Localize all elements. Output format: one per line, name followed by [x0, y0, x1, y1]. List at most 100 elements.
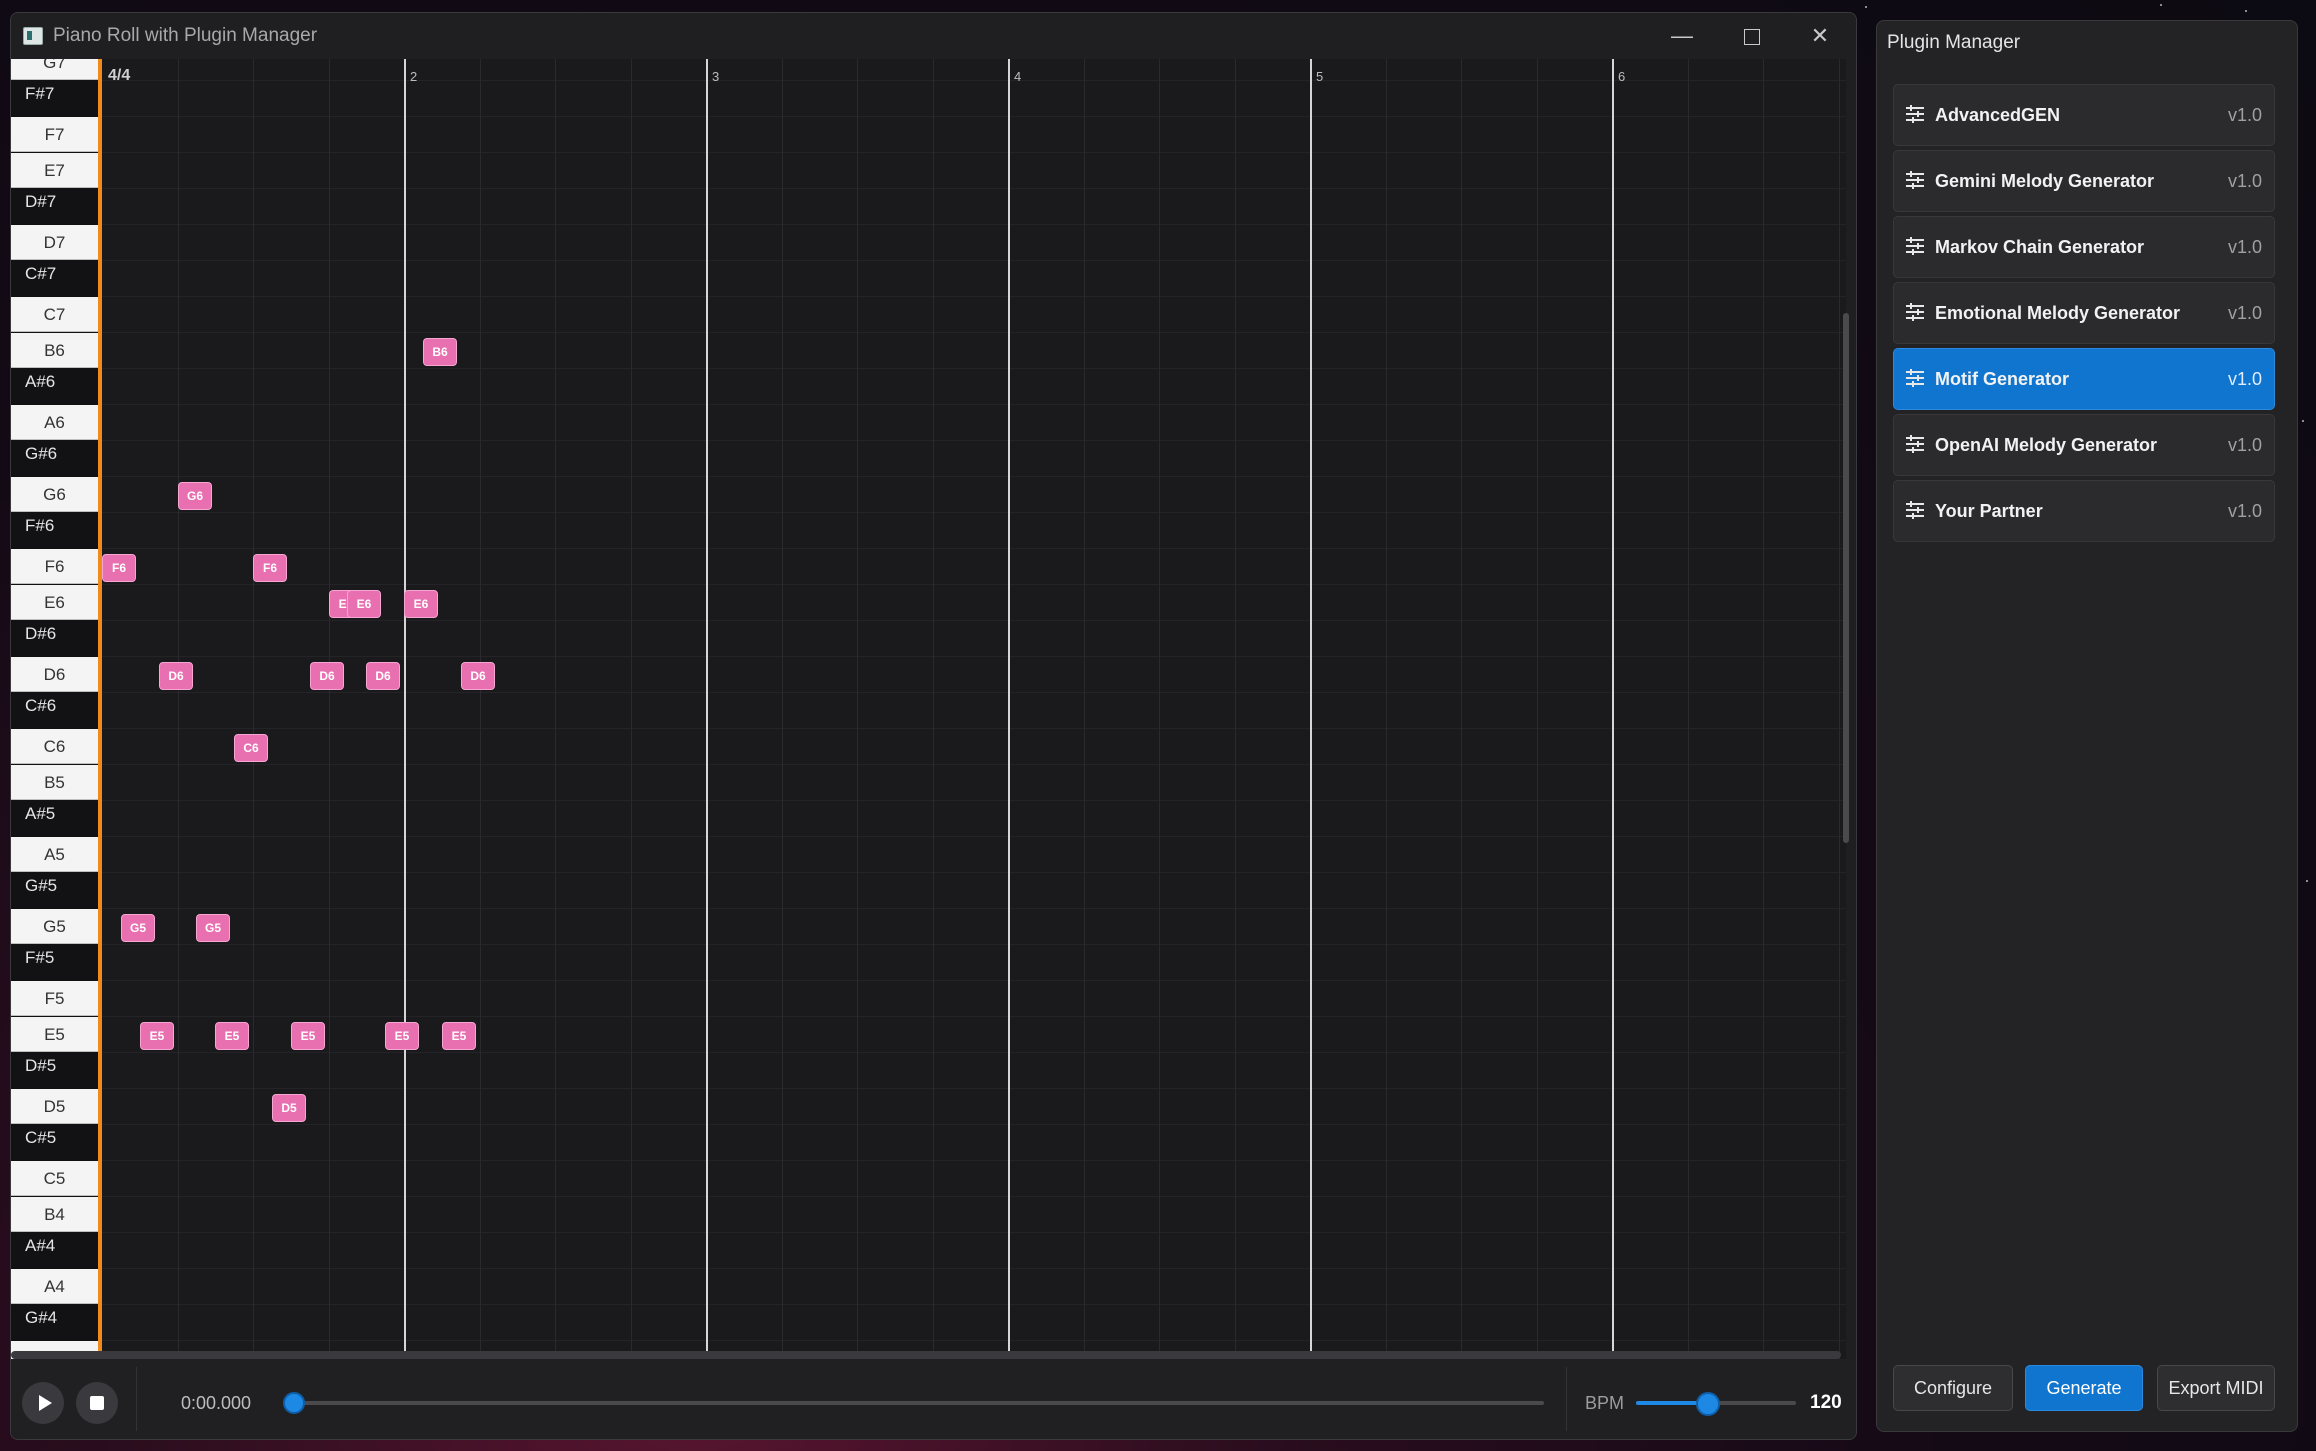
midi-note[interactable]: F6 — [253, 554, 287, 582]
white-key[interactable]: C5 — [11, 1161, 98, 1196]
white-key[interactable]: F7 — [11, 117, 98, 152]
vertical-scrollbar[interactable] — [1843, 313, 1849, 843]
bar-line — [1612, 59, 1614, 1359]
black-key[interactable]: F#7 — [11, 81, 98, 115]
white-key[interactable]: G5 — [11, 909, 98, 944]
black-key[interactable]: D#6 — [11, 621, 98, 655]
black-key[interactable]: F#6 — [11, 513, 98, 547]
piano-keyboard[interactable]: G7 F#7 F7 E7 D#7 D7 C#7 C7 B6 A#6 A6 G#6 G6 F#6 F6 E6 D#… — [11, 59, 101, 1359]
black-key[interactable]: C#5 — [11, 1125, 98, 1159]
generate-button[interactable]: Generate — [2025, 1365, 2143, 1411]
grid-row-line — [102, 764, 1846, 765]
midi-note[interactable]: E6 — [404, 590, 438, 618]
midi-note[interactable]: D5 — [272, 1094, 306, 1122]
grid-row-line — [102, 1052, 1846, 1053]
white-key[interactable]: D5 — [11, 1089, 98, 1124]
beat-line — [329, 59, 330, 1359]
white-key[interactable]: C7 — [11, 297, 98, 332]
black-key[interactable]: D#7 — [11, 189, 98, 223]
midi-note[interactable]: D6 — [159, 662, 193, 690]
time-readout: 0:00.000 — [181, 1393, 252, 1413]
beat-line — [1763, 59, 1764, 1359]
background-star — [1865, 6, 1867, 8]
position-slider-track[interactable] — [294, 1401, 1544, 1405]
black-key[interactable]: A#6 — [11, 369, 98, 403]
note-grid[interactable]: 4/4 2 3 4 5 6 F6 G5 E5 D6 G6 G5 E5 C6 F6 D5 E5 D6 E6 E6 D6 E… — [102, 59, 1846, 1359]
window-title: Piano Roll with Plugin Manager — [53, 25, 318, 46]
grid-row-line — [102, 728, 1846, 729]
black-key[interactable]: A#4 — [11, 1233, 98, 1267]
white-key[interactable]: B5 — [11, 765, 98, 800]
black-key[interactable]: G#6 — [11, 441, 98, 475]
grid-row-line — [102, 1268, 1846, 1269]
white-key[interactable]: F6 — [11, 549, 98, 584]
plugin-item[interactable]: Markov Chain Generator v1.0 — [1893, 216, 2275, 278]
midi-note[interactable]: D6 — [461, 662, 495, 690]
midi-note[interactable]: B6 — [423, 338, 457, 366]
white-key[interactable]: G7 — [11, 59, 98, 80]
black-key[interactable]: G#5 — [11, 873, 98, 907]
midi-note[interactable]: E5 — [291, 1022, 325, 1050]
grid-row-line — [102, 944, 1846, 945]
black-key[interactable]: D#5 — [11, 1053, 98, 1087]
plugin-item[interactable]: Motif Generator v1.0 — [1893, 348, 2275, 410]
midi-note[interactable]: D6 — [310, 662, 344, 690]
export-midi-button[interactable]: Export MIDI — [2157, 1365, 2275, 1411]
white-key[interactable]: E5 — [11, 1017, 98, 1052]
white-key[interactable]: B4 — [11, 1197, 98, 1232]
close-button[interactable]: ✕ — [1786, 13, 1854, 59]
configure-button[interactable]: Configure — [1893, 1365, 2013, 1411]
white-key[interactable]: D7 — [11, 225, 98, 260]
plugin-item[interactable]: AdvancedGEN v1.0 — [1893, 84, 2275, 146]
grid-row-line — [102, 1124, 1846, 1125]
white-key[interactable]: G6 — [11, 477, 98, 512]
plugin-item[interactable]: OpenAI Melody Generator v1.0 — [1893, 414, 2275, 476]
white-key[interactable]: F5 — [11, 981, 98, 1016]
white-key[interactable]: E6 — [11, 585, 98, 620]
midi-note[interactable]: G5 — [196, 914, 230, 942]
black-key[interactable]: C#6 — [11, 693, 98, 727]
white-key[interactable]: D6 — [11, 657, 98, 692]
midi-note[interactable]: E5 — [140, 1022, 174, 1050]
white-key[interactable]: C6 — [11, 729, 98, 764]
plugin-item[interactable]: Emotional Melody Generator v1.0 — [1893, 282, 2275, 344]
white-key[interactable]: A6 — [11, 405, 98, 440]
sliders-icon — [1906, 171, 1924, 189]
stop-button[interactable] — [76, 1382, 118, 1424]
black-key[interactable]: G#4 — [11, 1305, 98, 1339]
midi-note[interactable]: G6 — [178, 482, 212, 510]
midi-note[interactable]: F6 — [102, 554, 136, 582]
plugin-manager-panel: Plugin Manager AdvancedGEN v1.0 Gemini Mel… — [1876, 20, 2298, 1432]
plugin-item[interactable]: Your Partner v1.0 — [1893, 480, 2275, 542]
midi-note[interactable]: D6 — [366, 662, 400, 690]
white-key[interactable]: B6 — [11, 333, 98, 368]
white-key[interactable]: A5 — [11, 837, 98, 872]
black-key[interactable]: F#5 — [11, 945, 98, 979]
plugin-item[interactable]: Gemini Melody Generator v1.0 — [1893, 150, 2275, 212]
white-key[interactable]: E7 — [11, 153, 98, 188]
midi-note[interactable]: G5 — [121, 914, 155, 942]
bar-number: 5 — [1316, 69, 1324, 84]
beat-line — [1084, 59, 1085, 1359]
midi-note[interactable]: C6 — [234, 734, 268, 762]
horizontal-scrollbar[interactable] — [11, 1351, 1841, 1359]
minimize-button[interactable]: — — [1648, 13, 1716, 59]
midi-note[interactable]: E5 — [215, 1022, 249, 1050]
white-key[interactable]: A4 — [11, 1269, 98, 1304]
midi-note[interactable]: E6 — [347, 590, 381, 618]
midi-note[interactable]: E5 — [385, 1022, 419, 1050]
black-key[interactable]: C#7 — [11, 261, 98, 295]
beat-line — [1461, 59, 1462, 1359]
title-bar[interactable]: Piano Roll with Plugin Manager — ✕ — [11, 13, 1856, 59]
piano-roll-window: Piano Roll with Plugin Manager — ✕ G7 F#7… — [10, 12, 1857, 1440]
beat-line — [253, 59, 254, 1359]
black-key[interactable]: A#5 — [11, 801, 98, 835]
midi-note[interactable]: E5 — [442, 1022, 476, 1050]
grid-row-line — [102, 260, 1846, 261]
bar-number: 4 — [1014, 69, 1022, 84]
maximize-button[interactable] — [1718, 13, 1786, 59]
bpm-label: BPM — [1585, 1393, 1625, 1413]
play-button[interactable] — [22, 1382, 64, 1424]
position-slider-thumb[interactable] — [283, 1392, 305, 1414]
bpm-slider-thumb[interactable] — [1696, 1392, 1720, 1416]
